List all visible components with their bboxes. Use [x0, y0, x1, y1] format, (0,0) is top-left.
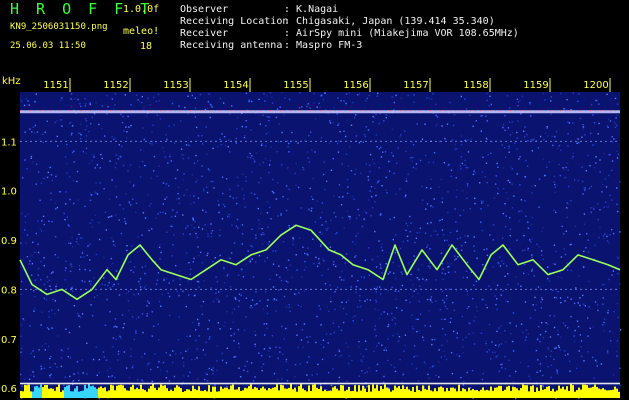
receiver-label: Receiver	[180, 28, 229, 39]
x-tick-label: 1153	[163, 80, 188, 91]
receiver-value: : AirSpy mini (Miakejima VOR 108.65MHz)	[284, 28, 519, 39]
antenna-label: Receiving antenna	[180, 40, 283, 51]
file-name: KN9_2506031150.png	[10, 22, 108, 32]
mode-label: meleo!	[123, 26, 160, 37]
x-tick-label: 1152	[103, 80, 128, 91]
timestamp: 25.06.03 11:50	[10, 41, 86, 51]
x-tick-label: 1157	[403, 80, 428, 91]
y-axis-label: kHz	[2, 76, 21, 87]
y-tick-label: 1.0	[1, 187, 17, 198]
location-value: : Chigasaki, Japan (139.414 35.340)	[284, 16, 495, 27]
observer-value: : K.Nagai	[284, 4, 339, 15]
noise-background	[20, 92, 620, 398]
x-tick-label: 1154	[223, 80, 248, 91]
y-tick-label: 0.9	[1, 236, 17, 247]
app-version: 1.0.0f	[123, 4, 160, 15]
y-tick-label: 0.6	[1, 384, 17, 395]
count-value: 18	[140, 41, 153, 52]
x-tick-label: 1200	[583, 80, 608, 91]
x-tick-label: 1156	[343, 80, 368, 91]
x-tick-label: 1155	[283, 80, 308, 91]
spectrogram-chart: 1151 1152 1153 1154 1155 1156 1157 1158 1159 1200…	[0, 76, 629, 400]
observer-label: Observer	[180, 4, 229, 15]
y-tick-label: 0.8	[1, 285, 17, 296]
y-tick-label: 0.7	[1, 335, 17, 346]
x-tick-label: 1158	[463, 80, 488, 91]
antenna-value: : Maspro FM-3	[284, 40, 363, 51]
location-label: Receiving Location	[180, 16, 289, 27]
spectrogram-panel: 1151 1152 1153 1154 1155 1156 1157 1158 1159 1200…	[0, 76, 629, 400]
y-tick-label: 1.1	[1, 137, 17, 148]
x-tick-label: 1159	[523, 80, 548, 91]
x-tick-label: 1151	[43, 80, 68, 91]
